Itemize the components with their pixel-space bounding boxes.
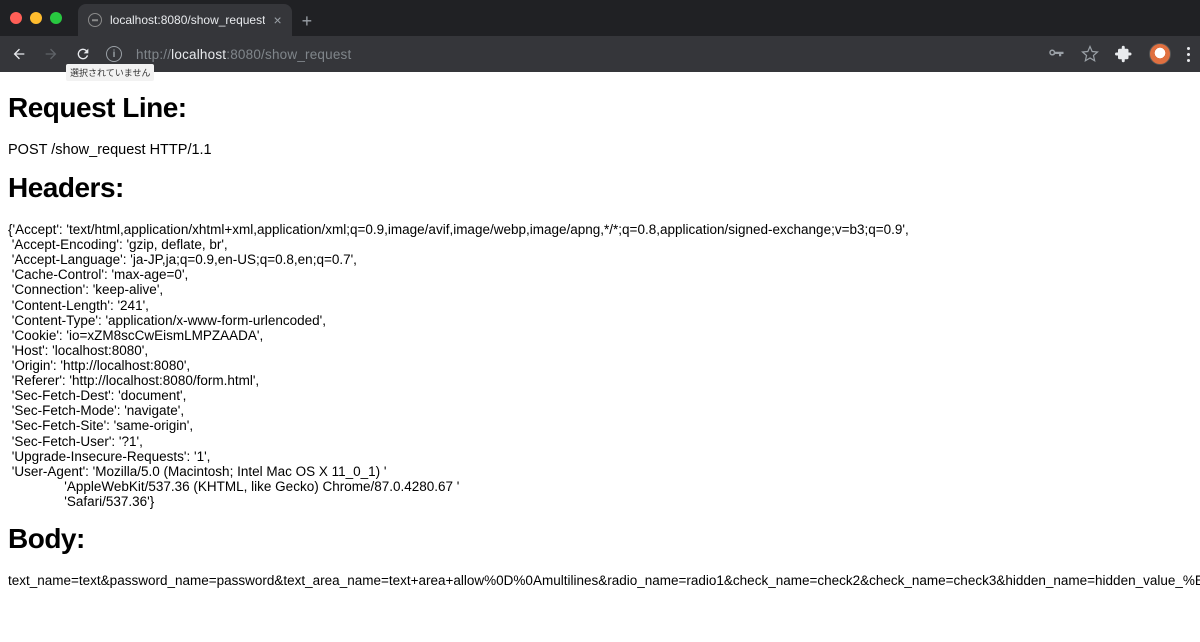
heading-headers: Headers:: [8, 172, 1192, 204]
page-content: Request Line: POST /show_request HTTP/1.…: [0, 72, 1200, 642]
extensions-icon[interactable]: [1115, 45, 1133, 63]
arrow-left-icon: [11, 46, 27, 62]
close-tab-icon[interactable]: ×: [273, 13, 281, 27]
minimize-window-button[interactable]: [30, 12, 42, 24]
request-line-value: POST /show_request HTTP/1.1: [8, 142, 1192, 158]
heading-body: Body:: [8, 523, 1192, 555]
info-icon: i: [113, 49, 116, 60]
globe-icon: [88, 13, 102, 27]
tab-strip: localhost:8080/show_request × +: [0, 0, 1200, 36]
url-host: localhost: [171, 47, 226, 62]
headers-dump: {'Accept': 'text/html,application/xhtml+…: [8, 222, 1192, 509]
window-controls: [10, 12, 62, 24]
url-protocol: http://: [136, 47, 171, 62]
key-icon[interactable]: [1047, 45, 1065, 63]
maximize-window-button[interactable]: [50, 12, 62, 24]
forward-button: [42, 46, 60, 62]
arrow-right-icon: [43, 46, 59, 62]
file-selection-badge: 選択されていません: [66, 64, 154, 81]
menu-button[interactable]: [1187, 47, 1190, 62]
site-info-button[interactable]: i: [106, 46, 122, 62]
reload-button[interactable]: [74, 46, 92, 62]
bookmark-star-icon[interactable]: [1081, 45, 1099, 63]
profile-avatar[interactable]: [1149, 43, 1171, 65]
reload-icon: [75, 46, 91, 62]
toolbar: 選択されていません i http://localhost:8080/show_r…: [0, 36, 1200, 72]
new-tab-button[interactable]: +: [302, 12, 313, 30]
url-path: :8080/show_request: [226, 47, 351, 62]
back-button[interactable]: [10, 46, 28, 62]
browser-tab[interactable]: localhost:8080/show_request ×: [78, 4, 292, 36]
tab-title: localhost:8080/show_request: [110, 13, 265, 27]
toolbar-right: [1047, 43, 1190, 65]
close-window-button[interactable]: [10, 12, 22, 24]
browser-chrome: localhost:8080/show_request × + 選択されていませ…: [0, 0, 1200, 72]
address-bar[interactable]: http://localhost:8080/show_request: [136, 47, 1033, 62]
heading-request-line: Request Line:: [8, 92, 1192, 124]
body-dump: text_name=text&password_name=password&te…: [8, 573, 1192, 588]
